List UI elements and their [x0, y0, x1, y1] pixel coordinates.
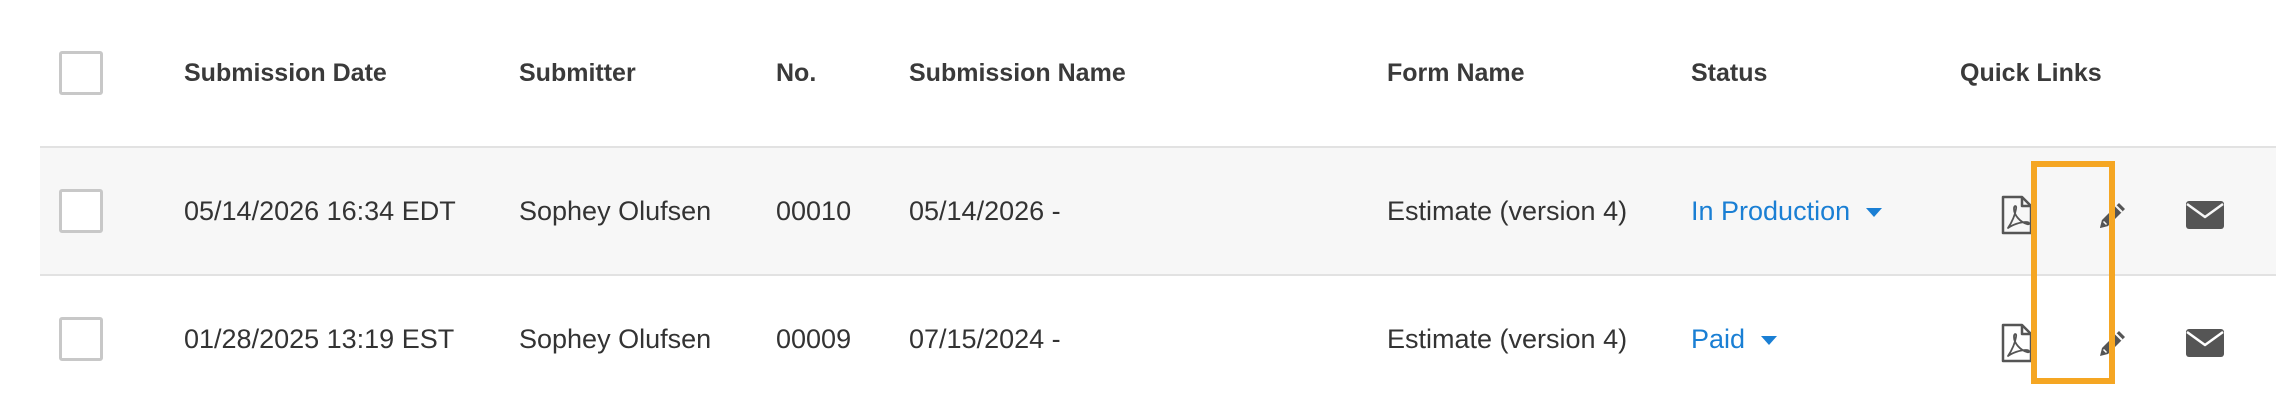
number-cell: 00010: [776, 195, 852, 226]
pdf-icon[interactable]: [2000, 323, 2034, 363]
status-label: Paid: [1691, 323, 1746, 354]
submitter-cell: Sophey Olufsen: [519, 323, 712, 354]
header-no[interactable]: No.: [776, 0, 816, 146]
header-submitter[interactable]: Submitter: [519, 0, 636, 146]
header-quick-links: Quick Links: [1960, 58, 2102, 87]
submission-name-cell: 07/15/2024 -: [909, 323, 1061, 354]
form-name-cell: Estimate (version 4): [1387, 195, 1628, 226]
status-dropdown[interactable]: In Production: [1691, 148, 1883, 274]
header-submission-name[interactable]: Submission Name: [909, 0, 1126, 146]
submitter-cell: Sophey Olufsen: [519, 195, 712, 226]
pencil-icon[interactable]: [2096, 198, 2130, 232]
status-dropdown[interactable]: Paid: [1691, 276, 1778, 402]
table-header-row: Submission Date Submitter No. Submission…: [40, 0, 2276, 148]
submission-name-cell: 05/14/2026 -: [909, 195, 1061, 226]
row-select-cell: [59, 276, 103, 402]
header-status[interactable]: Status: [1691, 0, 1767, 146]
caret-down-icon: [1761, 335, 1778, 345]
row-checkbox[interactable]: [59, 317, 103, 361]
table-row[interactable]: 01/28/2025 13:19 EST Sophey Olufsen 0000…: [40, 276, 2276, 402]
number-cell: 00009: [776, 323, 852, 354]
header-form-name[interactable]: Form Name: [1387, 0, 1525, 146]
row-select-cell: [59, 148, 103, 274]
envelope-icon[interactable]: [2185, 200, 2225, 230]
row-checkbox[interactable]: [59, 189, 103, 233]
envelope-icon[interactable]: [2185, 328, 2225, 358]
select-all-checkbox[interactable]: [59, 51, 103, 95]
pencil-icon[interactable]: [2096, 326, 2130, 360]
select-all-cell: [59, 0, 103, 146]
form-name-cell: Estimate (version 4): [1387, 323, 1628, 354]
status-label: In Production: [1691, 195, 1851, 226]
header-submission-date[interactable]: Submission Date: [184, 0, 387, 146]
submissions-table: Submission Date Submitter No. Submission…: [40, 0, 2276, 402]
submission-date-link[interactable]: 05/14/2026 16:34 EDT: [184, 148, 456, 274]
caret-down-icon: [1866, 207, 1883, 217]
pdf-icon[interactable]: [2000, 195, 2034, 235]
submission-date-link[interactable]: 01/28/2025 13:19 EST: [184, 276, 454, 402]
table-row[interactable]: 05/14/2026 16:34 EDT Sophey Olufsen 0001…: [40, 148, 2276, 276]
